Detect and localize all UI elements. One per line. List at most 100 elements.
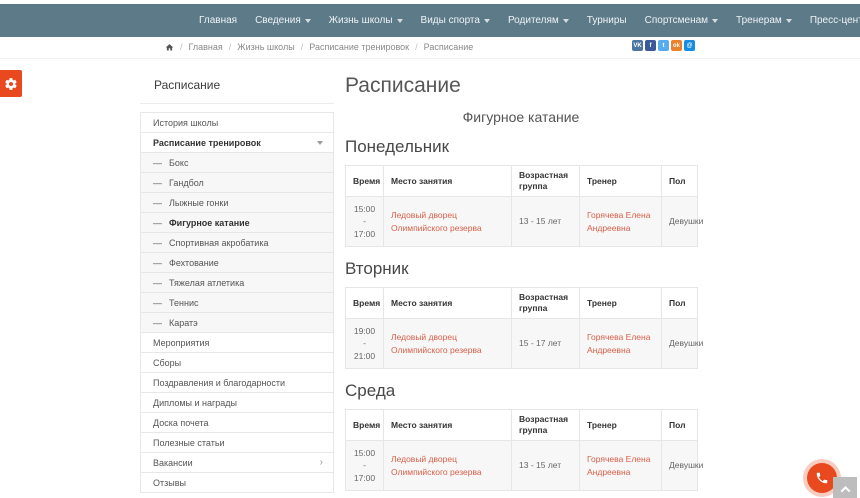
column-header: Время xyxy=(346,166,384,197)
chevron-down-icon xyxy=(305,19,311,23)
schedule-table: ВремяМесто занятияВозрастная группаТрене… xyxy=(345,165,698,247)
sidebar: Расписание История школы Расписание трен… xyxy=(140,74,334,493)
sidebar-item-label: Доска почета xyxy=(153,418,208,428)
sidebar-item[interactable]: — Фигурное катание xyxy=(141,213,333,233)
sidebar-item[interactable]: Мероприятия xyxy=(141,333,333,353)
social-icon-label: VK xyxy=(633,43,641,49)
column-header: Время xyxy=(346,288,384,319)
nav-item-label: Жизнь школы xyxy=(329,15,393,26)
place-link-cell: Ледовый дворец Олимпийского резерва xyxy=(384,441,512,491)
place-link[interactable]: Ледовый дворец Олимпийского резерва xyxy=(391,332,482,354)
gender-cell: Девушки xyxy=(662,319,698,369)
place-link-cell: Ледовый дворец Олимпийского резерва xyxy=(384,197,512,247)
breadcrumb-item[interactable]: Жизнь школы xyxy=(237,42,294,52)
sidebar-item[interactable]: Поздравления и благодарности xyxy=(141,373,333,393)
column-header: Время xyxy=(346,410,384,441)
nav-item[interactable]: Пресс-центр xyxy=(801,4,860,37)
nav-item[interactable]: Турниры xyxy=(578,4,636,37)
sidebar-item[interactable]: — Спортивная акробатика xyxy=(141,233,333,253)
coach-link-cell: Горячева Елена Андреевна xyxy=(580,197,662,247)
sidebar-item-label: История школы xyxy=(153,118,218,128)
nav-item[interactable]: Родителям xyxy=(499,4,578,37)
odnoklassniki-icon[interactable]: ok xyxy=(671,40,682,51)
dash-icon: — xyxy=(153,178,162,188)
sidebar-item-label: Тяжелая атлетика xyxy=(169,278,244,288)
nav-item[interactable]: Жизнь школы xyxy=(320,4,412,37)
nav-items: Главная Сведения Жизнь школы Виды спорта… xyxy=(190,4,860,37)
day-heading: Среда xyxy=(345,381,697,401)
age-cell: 13 - 15 лет xyxy=(512,441,580,491)
sidebar-item[interactable]: — Гандбол xyxy=(141,173,333,193)
dash-icon: — xyxy=(153,158,162,168)
sidebar-item[interactable]: — Фехтование xyxy=(141,253,333,273)
nav-item-label: Спортсменам xyxy=(645,15,708,26)
nav-item[interactable]: Главная xyxy=(190,4,246,37)
sidebar-item-label: Гандбол xyxy=(169,178,204,188)
column-header: Возрастная группа xyxy=(512,288,580,319)
accessibility-button[interactable] xyxy=(0,70,22,97)
breadcrumb: /Главная/Жизнь школы/Расписание трениров… xyxy=(165,42,473,52)
table-row: 19:00 - 21:00Ледовый дворец Олимпийского… xyxy=(346,319,698,369)
sidebar-item[interactable]: — Лыжные гонки xyxy=(141,193,333,213)
social-icon-label: ok xyxy=(673,43,680,49)
table-row: 15:00 - 17:00Ледовый дворец Олимпийского… xyxy=(346,441,698,491)
home-icon[interactable] xyxy=(165,43,174,52)
coach-link[interactable]: Горячева Елена Андреевна xyxy=(587,332,650,354)
column-header: Тренер xyxy=(580,166,662,197)
sidebar-item[interactable]: Расписание тренировок xyxy=(141,133,333,153)
sidebar-item[interactable]: — Бокс xyxy=(141,153,333,173)
day-section: Среда ВремяМесто занятияВозрастная групп… xyxy=(345,381,697,491)
place-link[interactable]: Ледовый дворец Олимпийского резерва xyxy=(391,454,482,476)
place-link[interactable]: Ледовый дворец Олимпийского резерва xyxy=(391,210,482,232)
time-cell: 15:00 - 17:00 xyxy=(346,197,384,247)
dash-icon: — xyxy=(153,238,162,248)
sidebar-title: Расписание xyxy=(140,74,334,104)
dash-icon: — xyxy=(153,298,162,308)
nav-item[interactable]: Виды спорта xyxy=(412,4,499,37)
sidebar-item[interactable]: Доска почета xyxy=(141,413,333,433)
day-heading: Понедельник xyxy=(345,137,697,157)
sidebar-item-label: Расписание тренировок xyxy=(153,138,261,148)
sidebar-item[interactable]: Отзывы xyxy=(141,473,333,493)
nav-item[interactable]: Тренерам xyxy=(727,4,801,37)
scroll-top-button[interactable] xyxy=(833,477,857,498)
column-header: Пол xyxy=(662,166,698,197)
sidebar-item[interactable]: Полезные статьи xyxy=(141,433,333,453)
breadcrumb-separator: / xyxy=(229,42,232,52)
chevron-right-icon: › xyxy=(320,458,323,468)
breadcrumb-item[interactable]: Расписание тренировок xyxy=(309,42,409,52)
sidebar-item[interactable]: Дипломы и награды xyxy=(141,393,333,413)
facebook-icon[interactable]: f xyxy=(645,40,656,51)
coach-link-cell: Горячева Елена Андреевна xyxy=(580,441,662,491)
vk-icon[interactable]: VK xyxy=(632,40,643,51)
sidebar-item[interactable]: — Каратэ xyxy=(141,313,333,333)
sidebar-item[interactable]: История школы xyxy=(141,113,333,133)
sidebar-item-label: Бокс xyxy=(169,158,188,168)
column-header: Тренер xyxy=(580,410,662,441)
coach-link[interactable]: Горячева Елена Андреевна xyxy=(587,454,650,476)
sidebar-item-label: Фехтование xyxy=(169,258,219,268)
dash-icon: — xyxy=(153,318,162,328)
twitter-icon[interactable]: t xyxy=(658,40,669,51)
dash-icon: — xyxy=(153,218,162,228)
sidebar-item[interactable]: Вакансии › xyxy=(141,453,333,473)
main-content: Расписание Фигурное катание Понедельник … xyxy=(345,74,697,498)
breadcrumb-item[interactable]: Главная xyxy=(189,42,223,52)
column-header: Место занятия xyxy=(384,410,512,441)
chevron-down-icon xyxy=(317,141,323,145)
sidebar-item-label: Каратэ xyxy=(169,318,198,328)
nav-item[interactable]: Спортсменам xyxy=(636,4,727,37)
nav-item-label: Главная xyxy=(199,15,237,26)
coach-link[interactable]: Горячева Елена Андреевна xyxy=(587,210,650,232)
sidebar-item[interactable]: — Теннис xyxy=(141,293,333,313)
sidebar-item-label: Теннис xyxy=(169,298,198,308)
sidebar-item[interactable]: Сборы xyxy=(141,353,333,373)
chevron-down-icon xyxy=(786,19,792,23)
age-cell: 13 - 15 лет xyxy=(512,197,580,247)
mailru-icon[interactable]: @ xyxy=(684,40,695,51)
nav-item[interactable]: Сведения xyxy=(246,4,320,37)
gender-cell: Девушки xyxy=(662,441,698,491)
sidebar-item[interactable]: — Тяжелая атлетика xyxy=(141,273,333,293)
social-icon-label: @ xyxy=(687,43,693,49)
day-section: Вторник ВремяМесто занятияВозрастная гру… xyxy=(345,259,697,369)
